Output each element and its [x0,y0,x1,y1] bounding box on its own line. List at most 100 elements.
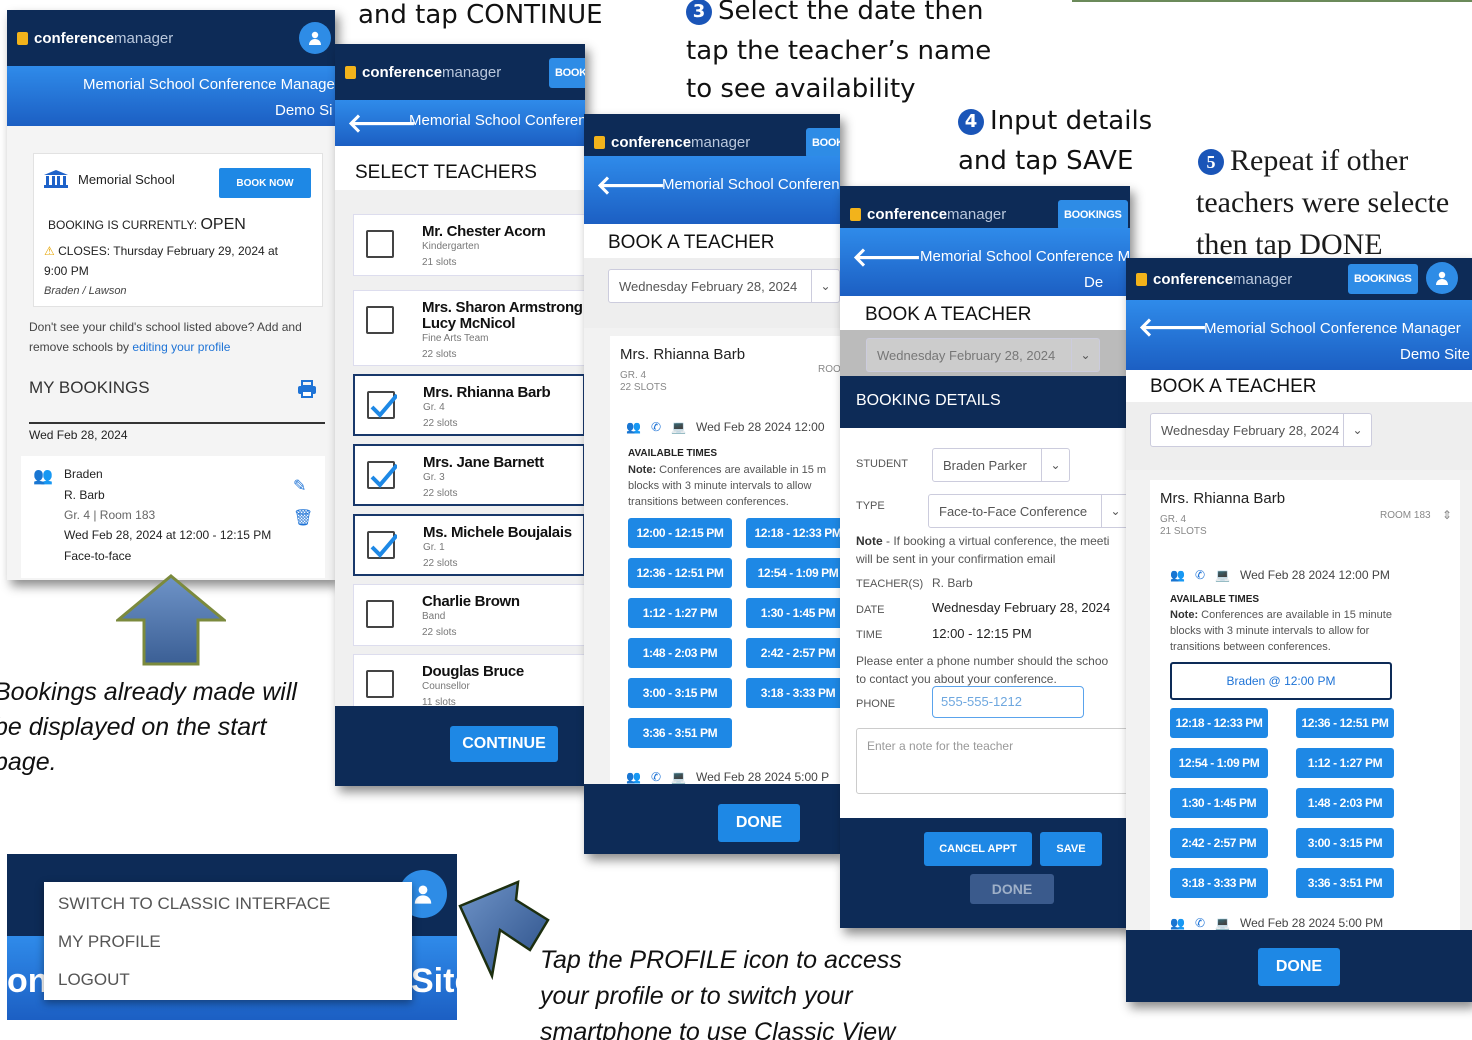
profile-note-3: smartphone to use Classic View [540,1018,896,1040]
menu-item-my-profile[interactable]: MY PROFILE [58,932,161,952]
app-logo: conference manager [345,64,501,81]
date-select[interactable]: Wednesday February 28, 2024 ⌄ [866,338,1100,372]
edit-pencil-icon[interactable]: ✎ [293,476,306,496]
time-slot-button[interactable]: 3:00 - 3:15 PM [1296,828,1394,858]
back-arrow-icon[interactable]: 🡐 [596,170,666,201]
sort-icon[interactable]: ⇕ [1442,508,1452,522]
checkbox[interactable] [366,306,394,334]
time-slot-button[interactable]: 12:00 - 12:15 PM [628,518,732,548]
time-slot-button[interactable]: 3:18 - 3:33 PM [746,678,840,708]
checkbox[interactable] [366,230,394,258]
time-slot-button[interactable]: 12:36 - 12:51 PM [628,558,732,588]
chevron-down-icon: ⌄ [1041,449,1069,481]
time-slot-button[interactable]: 12:18 - 12:33 PM [1170,708,1268,738]
teacher-row[interactable]: Mrs. Sharon Armstrong & Lucy McNicol Fine … [353,290,585,366]
bookings-note-2: be displayed on the start [0,713,267,741]
people-icon: 👥 [626,770,641,784]
help-text: Don't see your child's school listed abo… [29,320,302,334]
teacher-row[interactable]: Charlie Brown Band 22 slots [353,584,585,646]
checkbox-checked[interactable] [367,461,399,489]
bookings-button[interactable]: BOOKINGS [1058,200,1128,230]
time-slot-button[interactable]: 1:48 - 2:03 PM [628,638,732,668]
done-button[interactable]: DONE [1258,948,1340,986]
teacher-name: Mr. Chester Acorn [422,223,546,240]
time-slot-button[interactable]: 1:30 - 1:45 PM [1170,788,1268,818]
screen-booking-details: conference manager BOOKINGS 🡐 Memorial Sc… [840,186,1130,928]
bookings-note-3: page. [0,748,57,776]
book-now-button[interactable]: BOOK NOW [219,168,311,198]
bookings-button[interactable]: BOOKINGS [806,128,840,158]
teacher-name[interactable]: Mrs. Rhianna Barb [1160,490,1285,507]
done-button[interactable]: DONE [718,804,800,842]
booking-status: BOOKING IS CURRENTLY: OPEN [48,216,246,233]
top-bar: conferencemanager BOOKINGS [1126,258,1472,300]
time-slot-button[interactable]: 2:42 - 2:57 PM [746,638,840,668]
back-arrow-icon[interactable]: 🡐 [852,242,922,273]
time-slot-button[interactable]: 2:42 - 2:57 PM [1170,828,1268,858]
time-slot-button[interactable]: 3:36 - 3:51 PM [1296,868,1394,898]
date-select[interactable]: Wednesday February 28, 2024 ⌄ [1150,413,1372,447]
menu-item-logout[interactable]: LOGOUT [58,970,130,990]
screen-start-page: conference manager Memorial School Confer… [7,10,335,580]
trash-icon[interactable]: 🗑 [293,508,313,528]
profile-avatar-button[interactable] [299,22,331,54]
bookings-button[interactable]: BOOKINGS [1348,264,1418,294]
time-slot-button[interactable]: 12:54 - 1:09 PM [746,558,840,588]
profile-note-1: Tap the PROFILE icon to access [540,946,902,974]
cancel-appt-button[interactable]: CANCEL APPT [924,832,1032,866]
checkbox-checked[interactable] [367,391,399,419]
conference-type-icons: 👥 ✆ 💻 Wed Feb 28 2024 12:00 PM [1170,568,1390,582]
type-select[interactable]: Face-to-Face Conference ⌄ [928,494,1130,528]
edit-profile-link[interactable]: editing your profile [132,340,230,354]
pointer-arrow-graphic [458,880,550,980]
time-slot-button[interactable]: 1:12 - 1:27 PM [628,598,732,628]
time-slot-button[interactable]: 1:48 - 2:03 PM [1296,788,1394,818]
time-slot-button[interactable]: 12:36 - 12:51 PM [1296,708,1394,738]
teacher-row[interactable]: Mrs. Jane Barnett Gr. 3 22 slots [353,444,585,506]
caption-step3-line2: tap the teacher’s name [686,36,992,66]
done-button[interactable]: DONE [970,874,1054,904]
time-slot-button[interactable]: 12:18 - 12:33 PM [746,518,840,548]
save-button[interactable]: SAVE [1040,832,1102,866]
back-arrow-icon[interactable]: 🡐 [1138,312,1208,343]
app-logo: conference manager [17,30,173,47]
booked-slot[interactable]: Braden @ 12:00 PM [1170,662,1392,700]
caption-step3-line3: to see availability [686,74,916,104]
checkbox[interactable] [366,600,394,628]
bookings-button[interactable]: BOOKINGS [549,58,585,88]
help-text-2: remove schools by editing your profile [29,340,231,354]
print-icon[interactable] [297,380,317,398]
logo-mark-icon [345,65,356,79]
checkbox[interactable] [366,670,394,698]
app-logo: conference manager [850,206,1006,223]
time-slot-button[interactable]: 3:18 - 3:33 PM [1170,868,1268,898]
booking-card: 👥 Braden R. Barb Gr. 4 | Room 183 Wed Fe… [21,456,325,578]
time-slot-button[interactable]: 3:36 - 3:51 PM [628,718,732,748]
teacher-slots: 21 slots [422,257,457,268]
time-slot-button[interactable]: 3:00 - 3:15 PM [628,678,732,708]
continue-button[interactable]: CONTINUE [450,726,558,762]
teacher-name[interactable]: Mrs. Rhianna Barb [620,346,745,363]
phone-input[interactable]: 555-555-1212 [932,686,1084,718]
user-icon [414,885,432,904]
profile-avatar-button[interactable] [1426,262,1458,294]
teacher-note-textarea[interactable]: Enter a note for the teacher [856,728,1130,794]
time-slot-button[interactable]: 12:54 - 1:09 PM [1170,748,1268,778]
time-slot-button[interactable]: 1:12 - 1:27 PM [1296,748,1394,778]
teacher-subject: Band [422,611,446,622]
my-bookings-heading: MY BOOKINGS [29,378,150,397]
chevron-down-icon: ⌄ [1101,495,1129,527]
checkbox-checked[interactable] [367,531,399,559]
time-slot-button[interactable]: 1:30 - 1:45 PM [746,598,840,628]
teacher-slots: 22 slots [422,627,457,638]
booking-date: Wed Feb 28, 2024 [29,428,128,442]
menu-item-switch-classic[interactable]: SWITCH TO CLASSIC INTERFACE [58,894,330,914]
back-arrow-icon[interactable]: 🡐 [347,108,417,139]
phone-icon: ✆ [650,770,662,784]
laptop-icon: 💻 [1215,916,1230,930]
student-select[interactable]: Braden Parker ⌄ [932,448,1070,482]
teacher-row[interactable]: Mr. Chester Acorn Kindergarten 21 slots [353,214,585,276]
date-select[interactable]: Wednesday February 28, 2024 ⌄ [608,269,840,303]
teacher-row[interactable]: Mrs. Rhianna Barb Gr. 4 22 slots [353,374,585,436]
teacher-row[interactable]: Ms. Michele Boujalais Gr. 1 22 slots [353,514,585,576]
